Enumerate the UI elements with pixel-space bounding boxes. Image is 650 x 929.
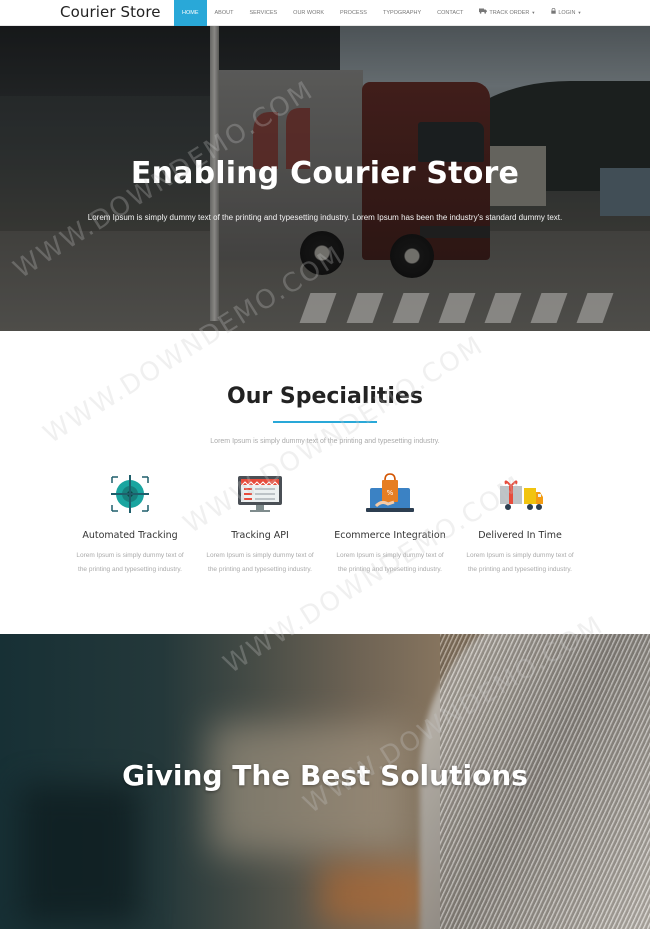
card-title: Ecommerce Integration: [334, 530, 446, 541]
card-text: Lorem Ipsum is simply dummy text of the …: [206, 552, 314, 573]
card-title: Tracking API: [231, 530, 289, 541]
chevron-down-icon: ▼: [531, 10, 536, 15]
specialities-title: Our Specialities: [227, 384, 423, 409]
nav-track-order-label: TRACK ORDER: [489, 10, 530, 16]
nav-login-label: LOGIN: [558, 10, 576, 16]
nav-contact[interactable]: CONTACT: [429, 0, 471, 26]
card-text: Lorem Ipsum is simply dummy text of the …: [466, 552, 574, 573]
card-title: Delivered In Time: [478, 530, 562, 541]
navbar: Courier Store HOME ABOUT SERVICES OUR WO…: [0, 0, 650, 26]
target-icon: [111, 475, 149, 513]
brand-logo[interactable]: Courier Store: [60, 3, 161, 21]
nav-login[interactable]: LOGIN ▼: [543, 0, 589, 26]
nav-track-order[interactable]: TRACK ORDER ▼: [471, 0, 543, 26]
nav-contact-label: CONTACT: [437, 10, 464, 16]
nav-services[interactable]: SERVICES: [241, 0, 285, 26]
nav-about-label: ABOUT: [214, 10, 234, 16]
nav-process[interactable]: PROCESS: [332, 0, 375, 26]
hero-section: Enabling Courier Store Lorem Ipsum is si…: [0, 26, 650, 331]
chevron-down-icon: ▼: [577, 10, 582, 15]
specialities-subtitle: Lorem Ipsum is simply dummy text of the …: [210, 438, 440, 445]
nav-home-label: HOME: [182, 10, 199, 16]
hero-subtitle: Lorem Ipsum is simply dummy text of the …: [87, 213, 563, 222]
nav-typography[interactable]: TYPOGRAPHY: [375, 0, 429, 26]
truck-icon: [479, 0, 488, 26]
specialities-section: Our Specialities Lorem Ipsum is simply d…: [0, 331, 650, 634]
nav-about[interactable]: ABOUT: [207, 0, 242, 26]
speciality-card-tracking-api[interactable]: Tracking API Lorem Ipsum is simply dummy…: [195, 471, 325, 577]
shopping-bag-icon: %: [366, 473, 414, 512]
svg-text:%: %: [387, 489, 394, 497]
speciality-card-delivered-in-time[interactable]: Delivered In Time Lorem Ipsum is simply …: [455, 471, 585, 577]
nav-home[interactable]: HOME: [174, 0, 207, 26]
solutions-section: Giving The Best Solutions: [0, 634, 650, 929]
nav-our-work[interactable]: OUR WORK: [285, 0, 332, 26]
gift-truck-icon: [500, 480, 543, 510]
main-nav: HOME ABOUT SERVICES OUR WORK PROCESS TYP…: [174, 0, 589, 26]
card-text: Lorem Ipsum is simply dummy text of the …: [76, 552, 184, 573]
monitor-icon: [238, 476, 282, 512]
card-text: Lorem Ipsum is simply dummy text of the …: [336, 552, 444, 573]
nav-our-work-label: OUR WORK: [293, 10, 325, 16]
solutions-title: Giving The Best Solutions: [122, 759, 528, 792]
card-title: Automated Tracking: [82, 530, 178, 541]
hero-title: Enabling Courier Store: [130, 156, 520, 191]
speciality-card-ecommerce-integration[interactable]: % Ecommerce Integration Lorem Ipsum is s…: [325, 471, 455, 577]
nav-process-label: PROCESS: [340, 10, 367, 16]
nav-typography-label: TYPOGRAPHY: [382, 10, 422, 16]
nav-services-label: SERVICES: [249, 10, 278, 16]
lock-icon: [551, 0, 557, 26]
speciality-card-automated-tracking[interactable]: Automated Tracking Lorem Ipsum is simply…: [65, 471, 195, 577]
title-underline: [273, 421, 377, 423]
